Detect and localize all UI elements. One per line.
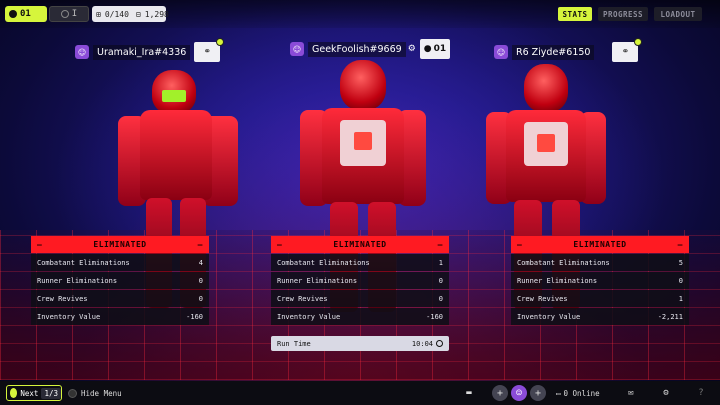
hide-menu-button[interactable]: Hide Menu [68, 385, 122, 401]
party-avatar[interactable]: ☺ [511, 385, 527, 401]
hide-key-icon [68, 388, 77, 398]
stat-row: Runner Eliminations 0 [271, 272, 449, 289]
player-tag-3[interactable]: ☺ R6 Ziyde#6150 ⚭ [494, 38, 643, 62]
player-tag-1[interactable]: ☺ Uramaki_Ira#4336 ⚭ [75, 38, 225, 62]
avatar: ☺ [75, 45, 89, 59]
tab-loadout[interactable]: LOADOUT [654, 7, 702, 21]
run-time-label: Run Time [277, 339, 311, 348]
stat-row: Combatant Eliminations 1 [271, 254, 449, 271]
chat-icon[interactable]: ▬ [462, 386, 476, 400]
player-name: GeekFoolish#9669 [308, 41, 406, 57]
mail-icon[interactable]: ✉ [624, 386, 638, 400]
link-button[interactable]: ⚭ [612, 38, 643, 62]
online-count: 0 Online [563, 388, 600, 398]
rank-pill[interactable]: I [49, 6, 89, 22]
online-status[interactable]: ▭ 0 Online [556, 386, 600, 400]
add-party-button-2[interactable]: + [530, 385, 546, 401]
bottom-bar: Next 1/3 Hide Menu ▬ + ☺ + ▭ 0 Online ✉ … [0, 381, 720, 405]
status-header: – ELIMINATED – [271, 236, 449, 253]
help-icon[interactable]: ? [694, 386, 708, 400]
next-key-icon [10, 388, 18, 398]
resources-pill[interactable]: ⊞ 0/140 ⊟ 1,298 [92, 6, 169, 22]
crate-value: 0/140 [104, 9, 129, 19]
top-bar: 01 I ⊞ 0/140 ⊟ 1,298 STATS PROGRESS LOADOU… [0, 0, 720, 28]
run-time-bar: Run Time 10:04 [271, 336, 449, 351]
friends-icon: ▭ [556, 388, 561, 398]
player-name: Uramaki_Ira#4336 [93, 44, 191, 60]
run-time-value: 10:04 [411, 339, 433, 348]
stat-row: Crew Revives 0 [31, 290, 209, 307]
status-header: – ELIMINATED – [511, 236, 689, 253]
link-icon: ⚭ [621, 47, 630, 57]
avatar: ☺ [290, 42, 304, 56]
stat-row: Crew Revives 1 [511, 290, 689, 307]
hide-menu-label: Hide Menu [81, 388, 122, 398]
credits-icon: ⊟ [135, 9, 141, 19]
stat-row: Crew Revives 0 [271, 290, 449, 307]
rank-value: I [71, 9, 78, 19]
player-level-pill[interactable]: 01 [5, 6, 47, 22]
player-name: R6 Ziyde#6150 [512, 44, 595, 60]
stats-panel-3: – ELIMINATED – Combatant Eliminations 5 Run… [511, 236, 689, 325]
add-party-button[interactable]: + [492, 385, 508, 401]
link-button[interactable]: ⚭ [194, 38, 225, 62]
stat-row: Runner Eliminations 0 [31, 272, 209, 289]
tab-progress[interactable]: PROGRESS [598, 7, 648, 21]
stats-panel-1: – ELIMINATED – Combatant Eliminations 4 Run… [31, 236, 209, 325]
rank-icon [60, 10, 69, 18]
level-icon [9, 10, 17, 18]
next-button[interactable]: Next 1/3 [6, 385, 62, 401]
stat-row: Inventory Value -160 [31, 308, 209, 325]
settings-icon: ⚙ [407, 44, 416, 54]
link-icon: ⚭ [203, 47, 212, 57]
clock-icon [436, 340, 443, 347]
next-count: 1/3 [41, 387, 61, 399]
credits-value: 1,298 [144, 9, 169, 19]
status-label: ELIMINATED [333, 240, 387, 249]
player-tag-2[interactable]: ☺ GeekFoolish#9669 ⚙ ● 01 [290, 39, 451, 59]
settings-icon[interactable]: ⚙ [659, 386, 673, 400]
next-label: Next [20, 388, 39, 398]
crate-icon: ⊞ [96, 9, 101, 19]
stat-row: Combatant Eliminations 5 [511, 254, 689, 271]
tab-stats[interactable]: STATS [558, 7, 592, 21]
status-label: ELIMINATED [93, 240, 147, 249]
stat-row: Inventory Value -2,211 [511, 308, 689, 325]
stats-panel-2: – ELIMINATED – Combatant Eliminations 1 Run… [271, 236, 449, 325]
stat-row: Inventory Value -160 [271, 308, 449, 325]
avatar: ☺ [494, 45, 508, 59]
stat-row: Runner Eliminations 0 [511, 272, 689, 289]
status-header: – ELIMINATED – [31, 236, 209, 253]
status-label: ELIMINATED [573, 240, 627, 249]
level-icon: ● [423, 44, 432, 54]
player-level-badge: ● 01 [419, 39, 451, 59]
stat-row: Combatant Eliminations 4 [31, 254, 209, 271]
player-level: 01 [20, 9, 31, 19]
